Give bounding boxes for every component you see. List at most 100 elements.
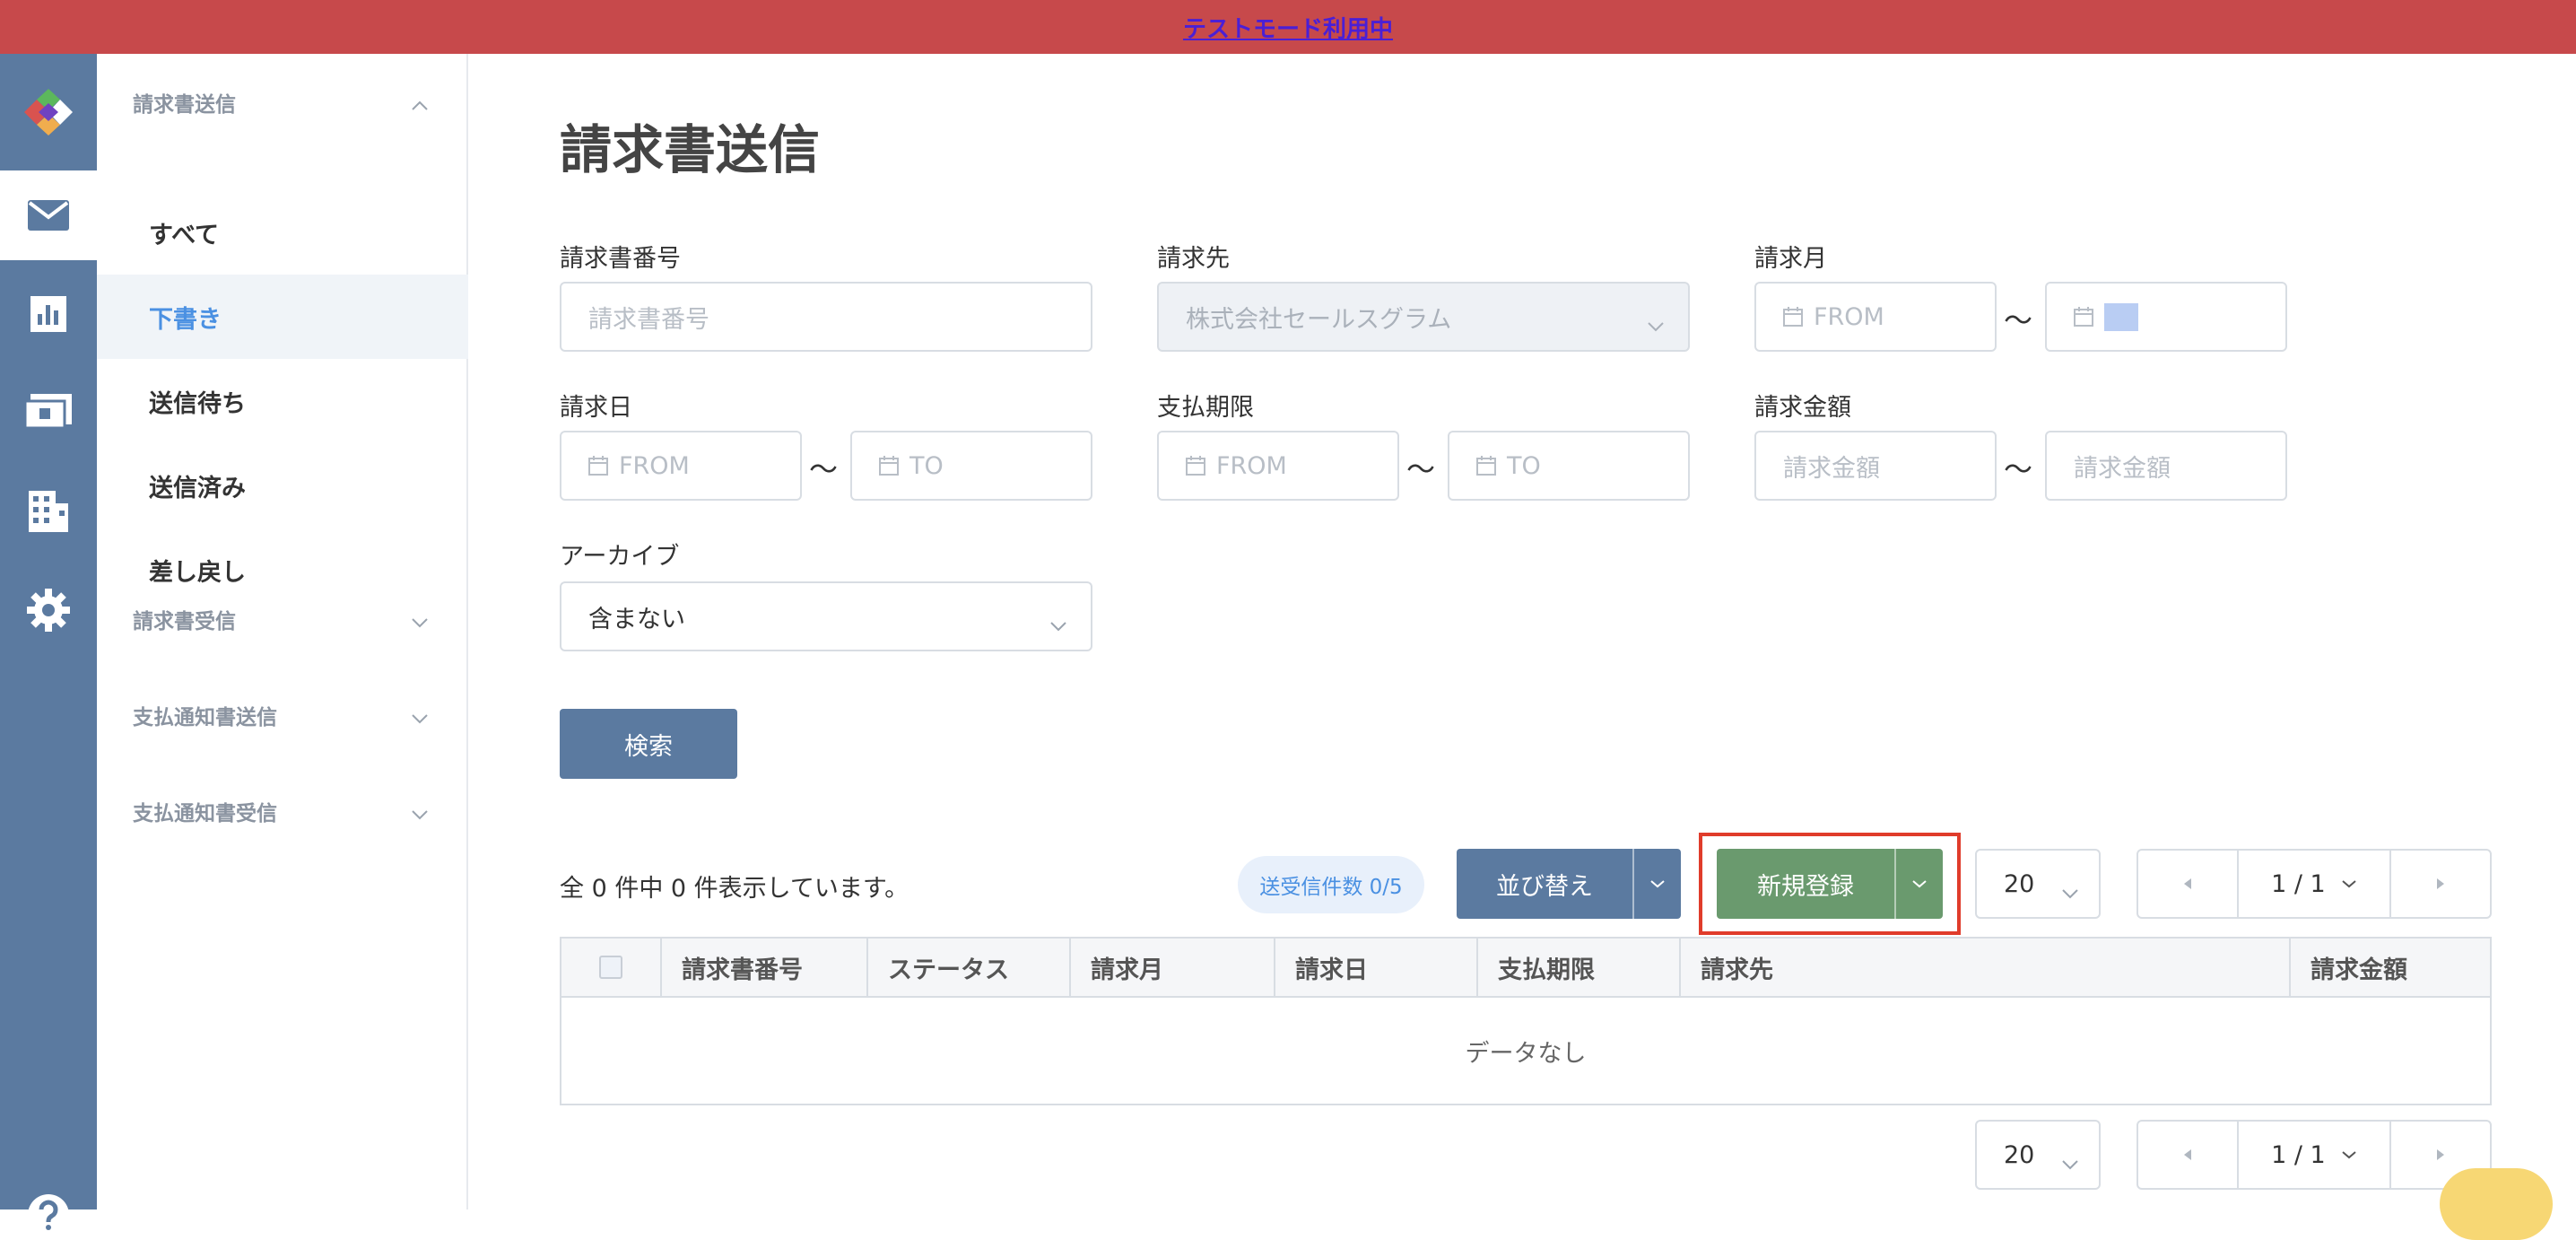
- per-page-value: 20: [2004, 869, 2035, 898]
- table-header: 請求書番号 ステータス 請求月 請求日 支払期限 請求先 請求金額: [561, 939, 2490, 998]
- sidebar-item-pending[interactable]: 送信待ち: [97, 359, 468, 443]
- select-all-cell: [561, 939, 662, 996]
- sort-label: 並び替え: [1496, 872, 1593, 901]
- column-header[interactable]: 請求先: [1681, 939, 2291, 996]
- month-from-input[interactable]: FROM: [1754, 282, 1997, 352]
- calendar-icon: [588, 456, 608, 476]
- amount-from-input[interactable]: 請求金額: [1754, 431, 1997, 501]
- sidebar-section-payment-send[interactable]: 支払通知書送信: [97, 688, 468, 742]
- sidebar-section-label: 請求書送信: [133, 93, 236, 117]
- month-to-placeholder: TO: [2104, 302, 2138, 331]
- logo-icon[interactable]: [0, 54, 97, 170]
- invoice-table: 請求書番号 ステータス 請求月 請求日 支払期限 請求先 請求金額 データなし: [560, 937, 2492, 1105]
- amount-to-input[interactable]: 請求金額: [2045, 431, 2287, 501]
- chat-widget-button[interactable]: [2440, 1168, 2553, 1240]
- due-date-to-input[interactable]: TO: [1448, 431, 1690, 501]
- amount-from-placeholder: 請求金額: [1783, 454, 1880, 483]
- sidebar-item-label: 下書き: [149, 305, 222, 334]
- empty-state: データなし: [1465, 1039, 1587, 1068]
- chevron-down-icon: [2061, 878, 2079, 905]
- range-tilde: 〜: [2004, 303, 2033, 337]
- column-header[interactable]: ステータス: [868, 939, 1071, 996]
- building-icon[interactable]: [0, 467, 97, 556]
- page-title: 請求書送信: [560, 119, 821, 180]
- chevron-down-icon: [411, 706, 429, 729]
- monitor-icon[interactable]: [0, 368, 97, 458]
- chevron-down-icon: [411, 610, 429, 633]
- calendar-icon: [1186, 456, 1205, 476]
- invoice-date-from-input[interactable]: FROM: [560, 431, 802, 501]
- amount-to-placeholder: 請求金額: [2074, 454, 2171, 483]
- due-date-from-input[interactable]: FROM: [1157, 431, 1399, 501]
- calendar-icon: [1783, 307, 1803, 327]
- prev-page-icon[interactable]: [2138, 1122, 2237, 1188]
- chevron-down-icon[interactable]: [1894, 849, 1943, 919]
- column-header[interactable]: 請求金額: [2291, 939, 2490, 996]
- chart-icon[interactable]: [0, 269, 97, 359]
- gear-icon[interactable]: [0, 565, 97, 655]
- calendar-icon: [1476, 456, 1496, 476]
- due-from-placeholder: FROM: [1216, 451, 1287, 480]
- mail-icon[interactable]: [0, 170, 97, 260]
- result-count: 全 0 件中 0 件表示しています。: [560, 875, 909, 903]
- sidebar-item-draft[interactable]: 下書き: [97, 275, 468, 359]
- chevron-up-icon: [411, 93, 429, 117]
- pagination-bottom: 1 / 1: [2137, 1120, 2492, 1190]
- archive-label: アーカイブ: [560, 543, 680, 571]
- archive-value: 含まない: [588, 605, 685, 633]
- next-page-icon[interactable]: [2391, 851, 2490, 917]
- month-to-input[interactable]: TO: [2045, 282, 2287, 352]
- sidebar-item-label: すべて: [149, 221, 220, 249]
- sidebar-section-payment-receive[interactable]: 支払通知書受信: [97, 784, 468, 838]
- invoice-no-placeholder: 請求書番号: [588, 305, 709, 334]
- invoice-date-to-input[interactable]: TO: [850, 431, 1092, 501]
- column-header[interactable]: 請求月: [1071, 939, 1275, 996]
- column-header[interactable]: 支払期限: [1478, 939, 1681, 996]
- chevron-down-icon[interactable]: [1632, 849, 1681, 919]
- sidebar-item-sent[interactable]: 送信済み: [97, 443, 468, 528]
- invoice-date-label: 請求日: [560, 394, 632, 422]
- amount-label: 請求金額: [1754, 394, 1851, 422]
- help-icon[interactable]: [27, 1193, 70, 1240]
- chevron-down-icon: [1647, 310, 1665, 338]
- prev-page-icon[interactable]: [2138, 851, 2237, 917]
- date-from-placeholder: FROM: [619, 451, 690, 480]
- invoice-no-input[interactable]: 請求書番号: [560, 282, 1092, 352]
- icon-rail: [0, 54, 97, 1236]
- sidebar-section-invoice-receive[interactable]: 請求書受信: [97, 592, 468, 646]
- month-from-placeholder: FROM: [1814, 302, 1884, 331]
- per-page-value: 20: [2004, 1140, 2035, 1169]
- sidebar-section-label: 請求書受信: [133, 610, 236, 633]
- archive-select[interactable]: 含まない: [560, 581, 1092, 651]
- search-button[interactable]: 検索: [560, 709, 737, 779]
- sidebar: 請求書送信 すべて 下書き 送信待ち 送信済み 差し戻し 請求書受信 支払通知書…: [97, 54, 468, 1209]
- per-page-select-bottom[interactable]: 20: [1975, 1120, 2101, 1190]
- test-mode-link[interactable]: テストモード利用中: [1183, 11, 1393, 44]
- range-tilde: 〜: [1406, 452, 1436, 486]
- sidebar-section-label: 支払通知書受信: [133, 802, 277, 825]
- page-select[interactable]: 1 / 1: [2237, 1122, 2391, 1188]
- sidebar-item-label: 差し戻し: [149, 558, 246, 587]
- sidebar-item-all[interactable]: すべて: [97, 190, 468, 275]
- pagination: 1 / 1: [2137, 849, 2492, 919]
- month-label: 請求月: [1754, 245, 1827, 273]
- invoice-no-label: 請求書番号: [560, 245, 681, 273]
- page-indicator: 1 / 1: [2271, 1140, 2326, 1169]
- select-all-checkbox[interactable]: [599, 956, 622, 979]
- per-page-select[interactable]: 20: [1975, 849, 2101, 919]
- sort-button[interactable]: 並び替え: [1457, 849, 1681, 919]
- new-register-button[interactable]: 新規登録: [1717, 849, 1943, 919]
- sidebar-section-invoice-send[interactable]: 請求書送信: [97, 75, 468, 129]
- chevron-down-icon: [1049, 610, 1067, 638]
- column-header[interactable]: 請求日: [1275, 939, 1478, 996]
- client-value: 株式会社セールスグラム: [1186, 305, 1452, 334]
- due-date-label: 支払期限: [1157, 394, 1254, 422]
- new-register-label: 新規登録: [1757, 872, 1854, 901]
- due-to-placeholder: TO: [1507, 451, 1541, 480]
- page-indicator: 1 / 1: [2271, 869, 2326, 898]
- page-select[interactable]: 1 / 1: [2237, 851, 2391, 917]
- calendar-icon: [2074, 307, 2093, 327]
- sidebar-item-label: 送信待ち: [149, 389, 246, 418]
- chevron-down-icon: [2061, 1148, 2079, 1176]
- column-header[interactable]: 請求書番号: [662, 939, 868, 996]
